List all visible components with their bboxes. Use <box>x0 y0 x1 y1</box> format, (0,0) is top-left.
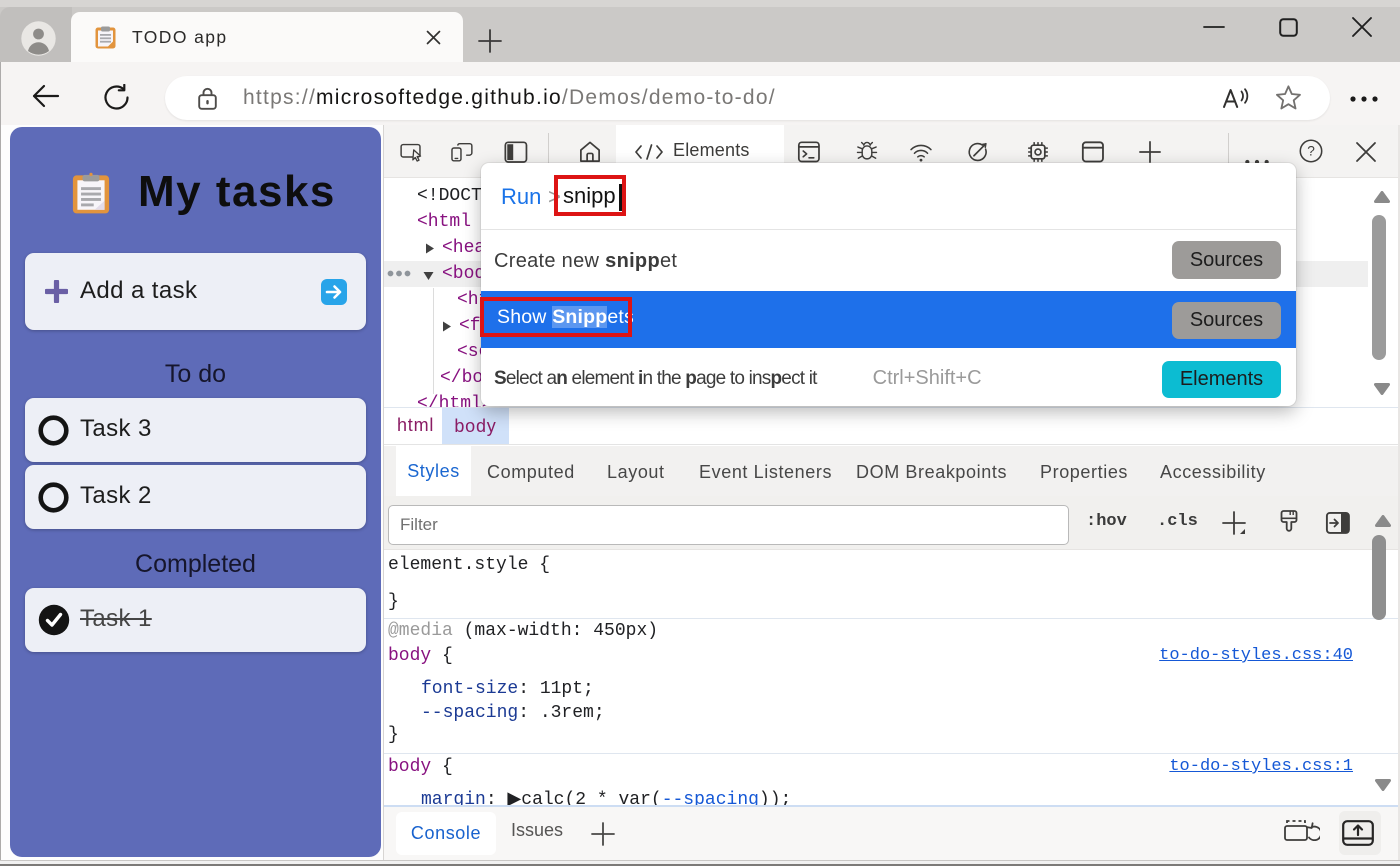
svg-text:?: ? <box>1307 144 1315 159</box>
